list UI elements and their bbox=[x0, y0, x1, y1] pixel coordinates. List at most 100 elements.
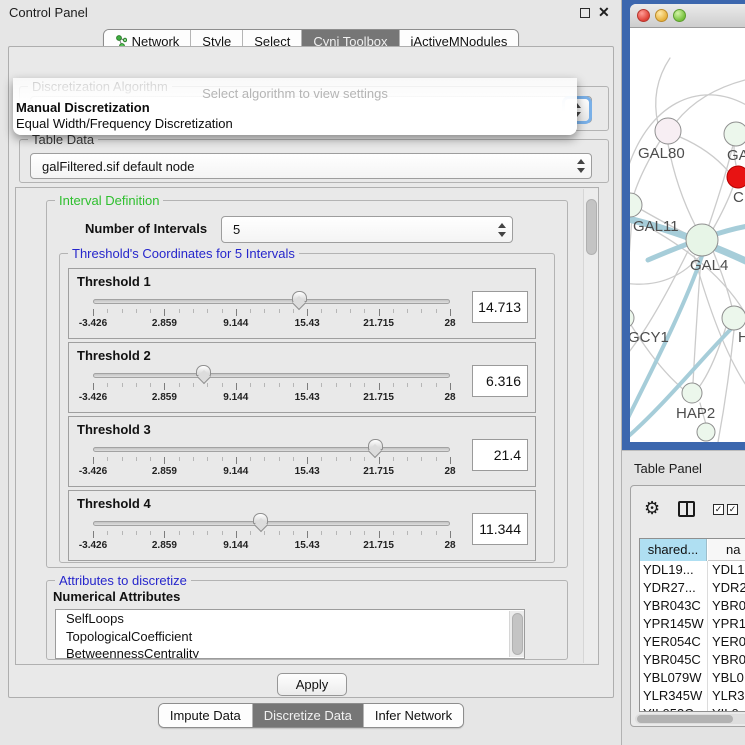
cell-name[interactable]: YBR0 bbox=[712, 598, 745, 613]
cell-shared-name[interactable]: YBR043C bbox=[643, 598, 707, 613]
slider-thumb[interactable] bbox=[253, 513, 268, 524]
cell-name[interactable]: YER0 bbox=[712, 634, 745, 649]
cell-shared-name[interactable]: YPR145W bbox=[643, 616, 707, 631]
network-edge[interactable] bbox=[656, 58, 670, 124]
minor-tick bbox=[179, 531, 180, 535]
float-window-icon[interactable] bbox=[580, 8, 590, 18]
cell-shared-name[interactable]: YBL079W bbox=[643, 670, 707, 685]
minor-tick bbox=[264, 383, 265, 387]
cell-shared-name[interactable]: YBR045C bbox=[643, 652, 707, 667]
table-row[interactable]: YDL19... YDL1 bbox=[640, 561, 745, 579]
column-header-name[interactable]: na bbox=[708, 539, 745, 561]
table-row[interactable]: YPR145W YPR1 bbox=[640, 615, 745, 633]
table-row[interactable]: YLR345W YLR3 bbox=[640, 687, 745, 705]
close-traffic-light[interactable] bbox=[637, 9, 650, 22]
threshold-value-field[interactable]: 21.4 bbox=[472, 439, 528, 471]
cell-name[interactable]: YBR0 bbox=[712, 652, 745, 667]
minimize-traffic-light[interactable] bbox=[655, 9, 668, 22]
table-row[interactable]: YBR043C YBR0 bbox=[640, 597, 745, 615]
cell-name[interactable]: YPR1 bbox=[712, 616, 745, 631]
close-icon[interactable]: ✕ bbox=[598, 4, 610, 21]
column-layout-icon[interactable] bbox=[678, 501, 695, 517]
minor-tick bbox=[407, 309, 408, 313]
network-node-hap2[interactable] bbox=[682, 383, 702, 403]
list-item[interactable]: BetweennessCentrality bbox=[56, 645, 524, 659]
list-item[interactable]: TopologicalCoefficient bbox=[56, 628, 524, 646]
scrollbar-thumb[interactable] bbox=[512, 613, 523, 655]
zoom-traffic-light[interactable] bbox=[673, 9, 686, 22]
tick-label: 28 bbox=[444, 318, 455, 329]
table-row[interactable]: YBR045C YBR0 bbox=[640, 651, 745, 669]
tick-label: 9.144 bbox=[223, 466, 248, 477]
cell-name[interactable]: YDL1 bbox=[712, 562, 745, 577]
numerical-attributes-list[interactable]: SelfLoopsTopologicalCoefficientBetweenne… bbox=[55, 609, 525, 659]
tab-impute-data[interactable]: Impute Data bbox=[159, 704, 253, 727]
table-row[interactable]: YIL053C YIL0 bbox=[640, 705, 745, 712]
network-node-ga[interactable] bbox=[724, 122, 745, 146]
network-edge[interactable] bbox=[676, 80, 745, 122]
tab-discretize-data[interactable]: Discretize Data bbox=[253, 704, 364, 727]
threshold-value-field[interactable]: 14.713 bbox=[472, 291, 528, 323]
slider-thumb[interactable] bbox=[292, 291, 307, 302]
minor-tick bbox=[336, 309, 337, 313]
table-row[interactable]: YER054C YER0 bbox=[640, 633, 745, 651]
major-tick bbox=[450, 309, 451, 316]
major-tick bbox=[450, 383, 451, 390]
network-window-titlebar[interactable] bbox=[630, 4, 745, 28]
cell-shared-name[interactable]: YLR345W bbox=[643, 688, 707, 703]
list-scrollbar[interactable] bbox=[509, 611, 524, 657]
tab-infer-network[interactable]: Infer Network bbox=[364, 704, 463, 727]
table-row[interactable]: YBL079W YBL0 bbox=[640, 669, 745, 687]
slider-track[interactable] bbox=[93, 373, 450, 378]
network-node-gal11[interactable] bbox=[630, 193, 642, 217]
network-node-h[interactable] bbox=[722, 306, 745, 330]
vertical-scrollbar[interactable] bbox=[583, 189, 598, 663]
cell-shared-name[interactable]: YER054C bbox=[643, 634, 707, 649]
gear-icon[interactable]: ⚙ bbox=[644, 498, 660, 519]
cell-name[interactable]: YDR2 bbox=[712, 580, 745, 595]
threshold-value-field[interactable]: 6.316 bbox=[472, 365, 528, 397]
network-node[interactable] bbox=[697, 423, 715, 441]
threshold-value-field[interactable]: 11.344 bbox=[472, 513, 528, 545]
network-node-gcy1[interactable] bbox=[630, 308, 634, 328]
checkbox-icon[interactable]: ✓ bbox=[727, 504, 738, 515]
dropdown-option-equal-width-frequency[interactable]: Equal Width/Frequency Discretization bbox=[16, 116, 233, 131]
network-edge[interactable] bbox=[630, 218, 632, 309]
scrollbar-thumb[interactable] bbox=[586, 199, 597, 255]
combobox-stepper[interactable] bbox=[577, 159, 586, 173]
slider-thumb[interactable] bbox=[368, 439, 383, 450]
dropdown-option-manual-discretization[interactable]: Manual Discretization bbox=[16, 100, 150, 115]
column-header-shared-name[interactable]: shared... bbox=[640, 539, 707, 561]
cell-shared-name[interactable]: YDL19... bbox=[643, 562, 707, 577]
checkbox-icon[interactable]: ✓ bbox=[713, 504, 724, 515]
threshold-panel-1: Threshold 1-3.4262.8599.14415.4321.71528… bbox=[68, 268, 536, 339]
table-row[interactable]: YDR27... YDR2 bbox=[640, 579, 745, 597]
network-canvas[interactable]: GAL80GACGAL11GAL4GCY1HHAP2 bbox=[630, 28, 745, 442]
major-tick bbox=[379, 457, 380, 464]
horizontal-scrollbar[interactable] bbox=[635, 714, 745, 724]
combobox-stepper[interactable] bbox=[498, 223, 507, 237]
settings-scrollpane: Interval Definition Number of Intervals … bbox=[15, 187, 599, 665]
network-node-gal80[interactable] bbox=[655, 118, 681, 144]
cell-name[interactable]: YIL0 bbox=[712, 706, 739, 712]
cell-name[interactable]: YBL0 bbox=[712, 670, 744, 685]
slider-thumb[interactable] bbox=[196, 365, 211, 376]
slider-track[interactable] bbox=[93, 521, 450, 526]
cell-shared-name[interactable]: YDR27... bbox=[643, 580, 707, 595]
cell-shared-name[interactable]: YIL053C bbox=[643, 706, 707, 712]
network-edge[interactable] bbox=[680, 137, 728, 171]
network-node-gal4[interactable] bbox=[686, 224, 718, 256]
minor-tick bbox=[250, 309, 251, 313]
cell-name[interactable]: YLR3 bbox=[712, 688, 745, 703]
list-item[interactable]: SelfLoops bbox=[56, 610, 524, 628]
apply-button[interactable]: Apply bbox=[277, 673, 347, 696]
network-node-c[interactable] bbox=[727, 166, 745, 188]
minor-tick bbox=[336, 383, 337, 387]
slider-track[interactable] bbox=[93, 447, 450, 452]
scrollbar-thumb[interactable] bbox=[637, 715, 733, 723]
tab-label: Infer Network bbox=[375, 708, 452, 723]
number-of-intervals-combobox[interactable]: 5 bbox=[221, 216, 513, 243]
network-edge[interactable] bbox=[713, 187, 733, 229]
table-data-combobox[interactable]: galFiltered.sif default node bbox=[30, 153, 592, 179]
slider-track[interactable] bbox=[93, 299, 450, 304]
